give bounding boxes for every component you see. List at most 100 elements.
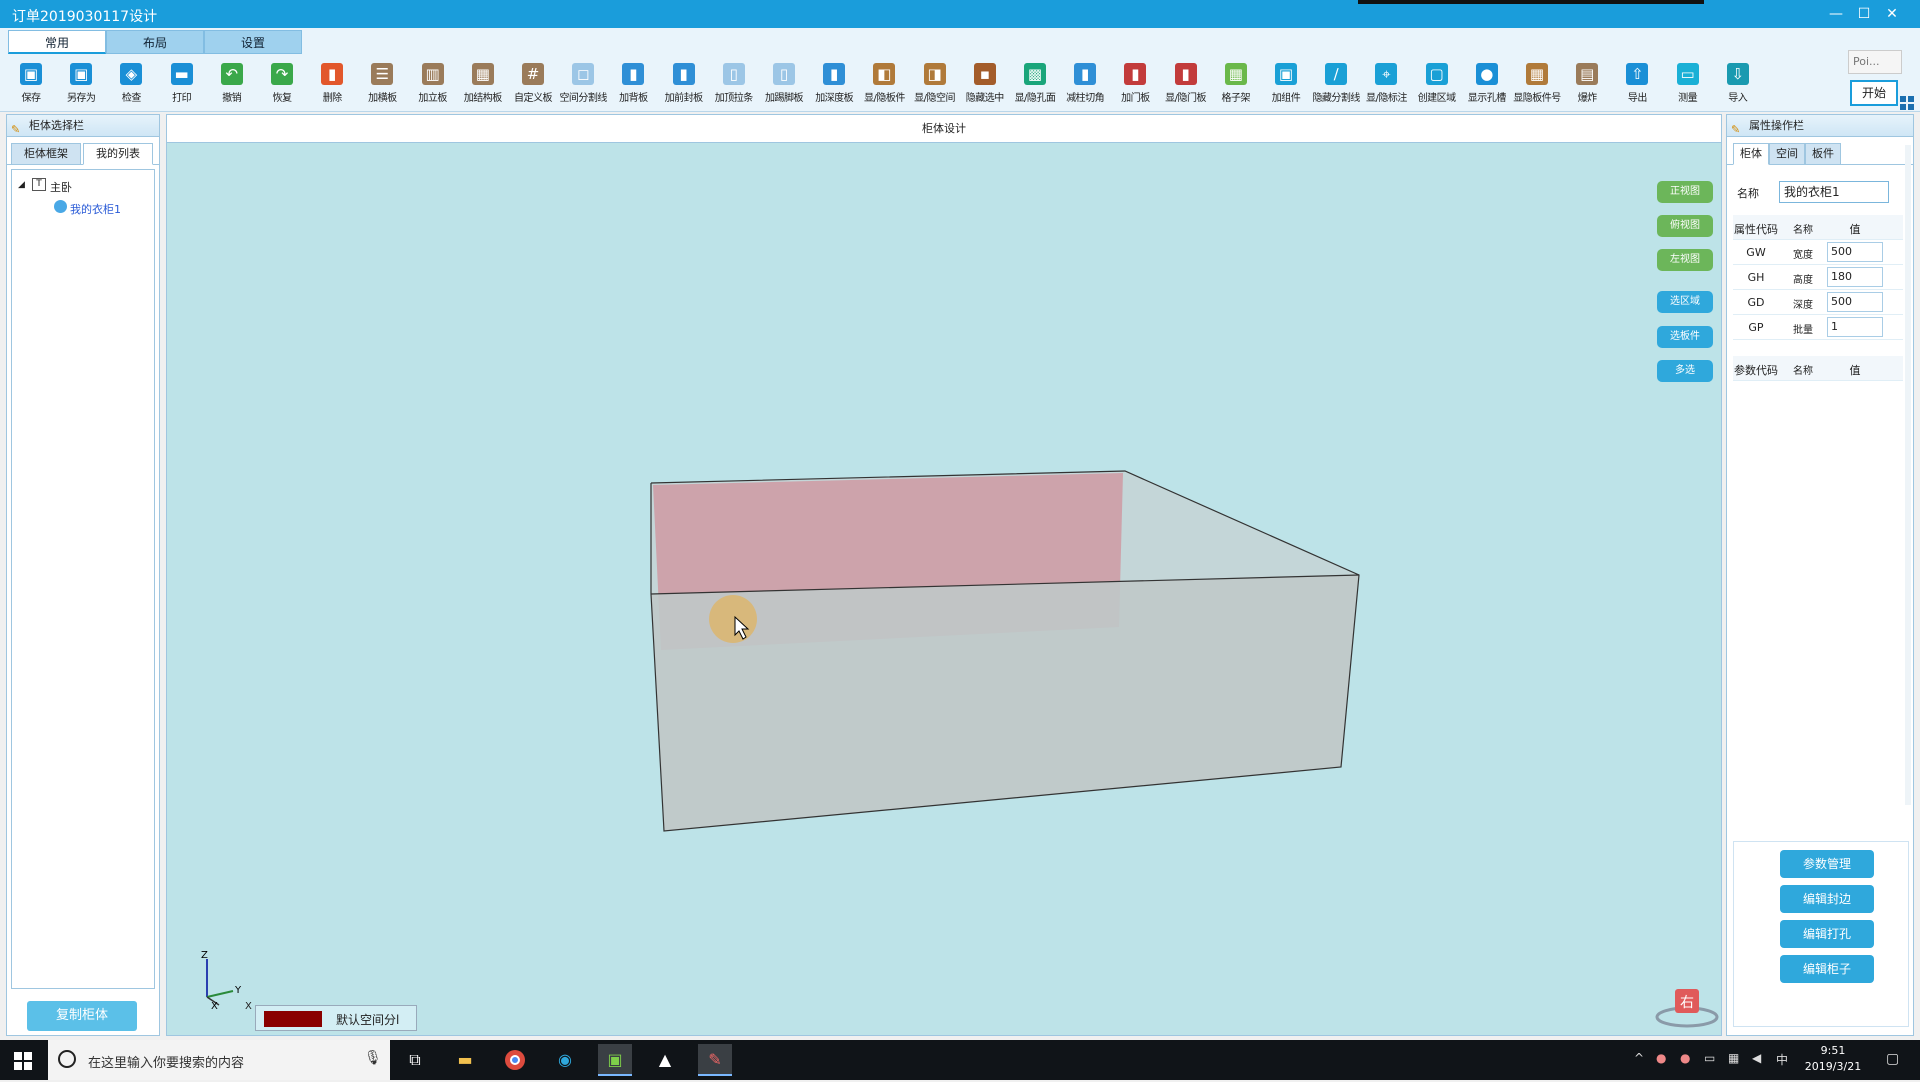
tool-vertical-board[interactable]: ▥ 加立板 (408, 60, 458, 112)
tool-front-seal[interactable]: ▮ 加前封板 (659, 60, 709, 112)
tray-app-icon[interactable]: ● (1680, 1051, 1690, 1065)
volume-icon[interactable]: ◀ (1752, 1051, 1761, 1065)
left-view-button[interactable]: 左视图 (1657, 249, 1713, 271)
close-button[interactable]: ✕ (1878, 4, 1906, 24)
grid-icon[interactable] (1900, 96, 1914, 110)
save-as-icon: ▣ (70, 63, 93, 85)
select-part-button[interactable]: 选板件 (1657, 326, 1713, 348)
tool-check[interactable]: ◈ 检查 (106, 60, 156, 112)
property-scrollbar[interactable] (1905, 145, 1911, 805)
tab-cabinet[interactable]: 柜体 (1733, 143, 1769, 165)
edit-cabinet-button[interactable]: 编辑柜子 (1780, 955, 1874, 983)
space-legend[interactable]: 默认空间分l (255, 1005, 417, 1031)
front-view-button[interactable]: 正视图 (1657, 181, 1713, 203)
ribbon-tab-settings[interactable]: 设置 (204, 30, 302, 54)
top-view-button[interactable]: 俯视图 (1657, 215, 1713, 237)
multi-select-button[interactable]: 多选 (1657, 360, 1713, 382)
chrome-icon[interactable] (498, 1044, 532, 1076)
tool-toggle-space[interactable]: ◨ 显/隐空间 (910, 60, 960, 112)
ime-indicator[interactable]: 中 (1776, 1051, 1788, 1068)
tray-app-icon[interactable]: ● (1656, 1051, 1666, 1065)
clock[interactable]: 9:51 2019/3/21 (1798, 1043, 1868, 1075)
tool-grid-rack[interactable]: ▦ 格子架 (1211, 60, 1261, 112)
paint-icon[interactable]: ✎ (698, 1044, 732, 1076)
tool-explode[interactable]: ▤ 爆炸 (1562, 60, 1612, 112)
attr-batch-input[interactable]: 1 (1827, 317, 1883, 337)
tool-depth-board[interactable]: ▮ 加深度板 (809, 60, 859, 112)
tool-top-bar[interactable]: ▯ 加顶拉条 (709, 60, 759, 112)
photos-icon[interactable]: ▲ (648, 1044, 682, 1076)
header-attr-name: 名称 (1793, 225, 1813, 236)
qq-browser-icon[interactable]: ◉ (548, 1044, 582, 1076)
taskbar-search[interactable]: 在这里输入你要搜索的内容 🎙 (48, 1040, 390, 1080)
select-area-button[interactable]: 选区域 (1657, 291, 1713, 313)
ribbon-tab-layout[interactable]: 布局 (106, 30, 204, 54)
tool-kickboard[interactable]: ▯ 加踢脚板 (759, 60, 809, 112)
microphone-icon[interactable]: 🎙 (364, 1050, 382, 1066)
attr-name: 高度 (1793, 275, 1813, 286)
tool-back-board[interactable]: ▮ 加背板 (608, 60, 658, 112)
poi-field[interactable]: Poi... (1848, 50, 1902, 74)
tool-measure[interactable]: ▭ 测量 (1663, 60, 1713, 112)
minimize-button[interactable]: — (1822, 4, 1850, 24)
tool-show-slots[interactable]: ● 显示孔槽 (1462, 60, 1512, 112)
edit-edging-button[interactable]: 编辑封边 (1780, 885, 1874, 913)
copy-cabinet-button[interactable]: 复制柜体 (27, 1001, 137, 1031)
tray-expand-icon[interactable]: ^ (1634, 1051, 1644, 1065)
tool-toggle-holes[interactable]: ▩ 显/隐孔面 (1010, 60, 1060, 112)
3d-scene[interactable] (167, 143, 1723, 1037)
attr-width-input[interactable]: 500 (1827, 242, 1883, 262)
tool-save-as[interactable]: ▣ 另存为 (56, 60, 106, 112)
tool-space-divide[interactable]: ◻ 空间分割线 (558, 60, 608, 112)
tab-my-list[interactable]: 我的列表 (83, 143, 153, 165)
horizontal-board-icon: ☰ (371, 63, 394, 85)
tool-toggle-part-no[interactable]: ▦ 显隐板件号 (1512, 60, 1562, 112)
tree-item-my-wardrobe[interactable]: 我的衣柜1 (70, 201, 121, 217)
tool-save[interactable]: ▣ 保存 (6, 60, 56, 112)
front-seal-icon: ▮ (672, 63, 695, 85)
tool-toggle-parts[interactable]: ◧ 显/隐板件 (859, 60, 909, 112)
param-manage-button[interactable]: 参数管理 (1780, 850, 1874, 878)
tool-door-board[interactable]: ▮ 加门板 (1110, 60, 1160, 112)
tab-board[interactable]: 板件 (1805, 143, 1841, 165)
maximize-button[interactable]: ☐ (1850, 4, 1878, 24)
tool-structure-board[interactable]: ▦ 加结构板 (458, 60, 508, 112)
search-placeholder: 在这里输入你要搜索的内容 (88, 1056, 245, 1071)
tool-print[interactable]: ▬ 打印 (157, 60, 207, 112)
attr-height-input[interactable]: 180 (1827, 267, 1883, 287)
tab-space[interactable]: 空间 (1769, 143, 1805, 165)
tree-expand-icon[interactable]: ◢ (18, 180, 25, 190)
attr-depth-input[interactable]: 500 (1827, 292, 1883, 312)
file-explorer-icon[interactable]: ▬ (448, 1044, 482, 1076)
tool-export[interactable]: ⇧ 导出 (1612, 60, 1662, 112)
tool-create-area[interactable]: ▢ 创建区域 (1412, 60, 1462, 112)
tool-hide-selected[interactable]: ▪ 隐藏选中 (960, 60, 1010, 112)
ribbon-tab-common[interactable]: 常用 (8, 30, 106, 54)
tool-custom-board[interactable]: # 自定义板 (508, 60, 558, 112)
tool-add-component[interactable]: ▣ 加组件 (1261, 60, 1311, 112)
tool-horizontal-board[interactable]: ☰ 加横板 (357, 60, 407, 112)
tree-root-bedroom[interactable]: 主卧 (50, 179, 72, 195)
tool-delete[interactable]: ▮ 删除 (307, 60, 357, 112)
tool-redo[interactable]: ↷ 恢复 (257, 60, 307, 112)
tray-battery-icon[interactable]: ▭ (1704, 1051, 1715, 1065)
windows-start-icon[interactable] (14, 1052, 32, 1070)
tool-corner-cut[interactable]: ▮ 减柱切角 (1060, 60, 1110, 112)
tool-hide-divider[interactable]: ∕ 隐藏分割线 (1311, 60, 1361, 112)
tool-import[interactable]: ⇩ 导入 (1713, 60, 1763, 112)
depth-board-icon: ▮ (823, 63, 846, 85)
tool-toggle-door[interactable]: ▮ 显/隐门板 (1161, 60, 1211, 112)
legend-label: 默认空间分l (336, 1013, 400, 1027)
view-cube[interactable]: 右 (1655, 979, 1719, 1029)
cabinet-design-viewport[interactable]: 柜体设计 正视图 俯视图 左视图 选区域 选板件 多选 Z Y X X 默认空间… (166, 114, 1722, 1036)
design-app-icon[interactable]: ▣ (598, 1044, 632, 1076)
cabinet-name-input[interactable]: 我的衣柜1 (1779, 181, 1889, 203)
network-icon[interactable]: ▦ (1728, 1051, 1739, 1065)
notification-icon[interactable]: ▢ (1886, 1051, 1899, 1067)
task-view-icon[interactable]: ⧉ (398, 1044, 432, 1076)
start-button[interactable]: 开始 (1850, 80, 1898, 106)
tool-undo[interactable]: ↶ 撤销 (207, 60, 257, 112)
tab-cabinet-frame[interactable]: 柜体框架 (11, 143, 81, 165)
edit-drilling-button[interactable]: 编辑打孔 (1780, 920, 1874, 948)
tool-toggle-label[interactable]: ⌖ 显/隐标注 (1361, 60, 1411, 112)
